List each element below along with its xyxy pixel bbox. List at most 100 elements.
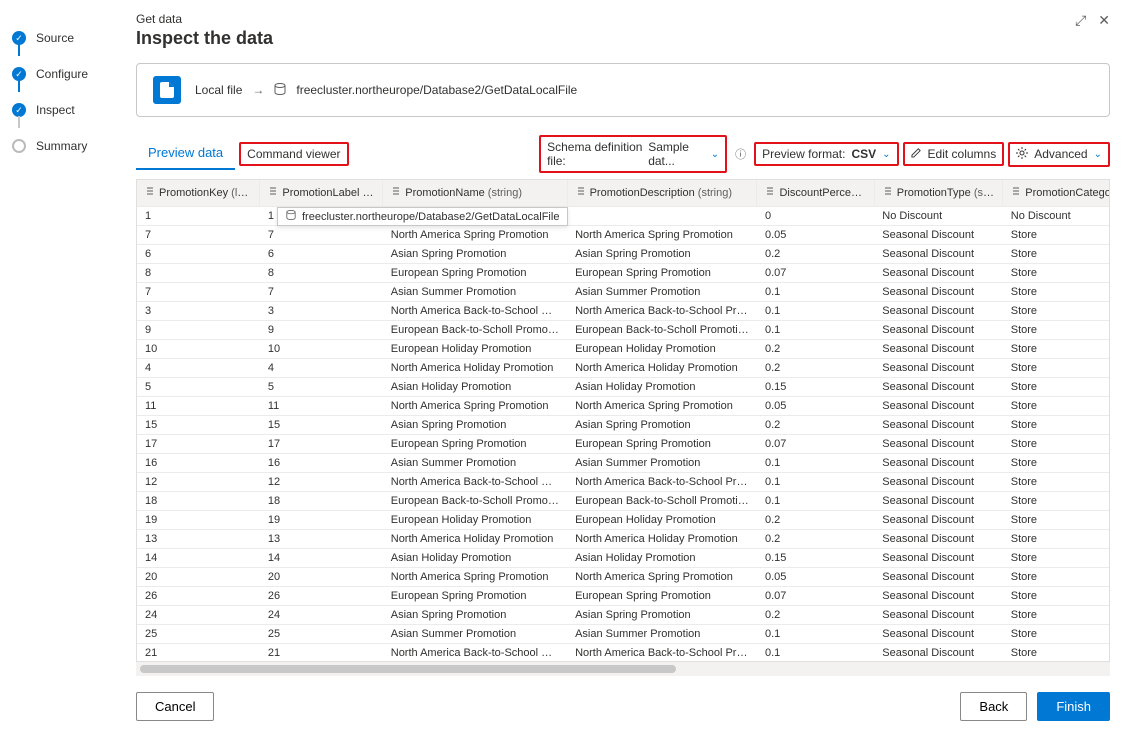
table-cell: Store xyxy=(1003,453,1110,472)
table-row[interactable]: 2020North America Spring PromotionNorth … xyxy=(137,567,1110,586)
column-header[interactable]: PromotionLabel (long) xyxy=(260,180,383,206)
table-cell: 19 xyxy=(260,510,383,529)
table-row[interactable]: 2424Asian Spring PromotionAsian Spring P… xyxy=(137,605,1110,624)
step-configure[interactable]: ✓ Configure xyxy=(12,56,108,92)
table-row[interactable]: 77Asian Summer PromotionAsian Summer Pro… xyxy=(137,282,1110,301)
table-row[interactable]: 1515Asian Spring PromotionAsian Spring P… xyxy=(137,415,1110,434)
info-icon[interactable]: ⓘ xyxy=(735,146,746,162)
table-cell: Asian Spring Promotion xyxy=(567,415,757,434)
table-row[interactable]: 2121North America Back-to-School Promoti… xyxy=(137,643,1110,662)
table-cell: Asian Spring Promotion xyxy=(567,244,757,263)
table-cell: 9 xyxy=(137,320,260,339)
table-cell: 8 xyxy=(137,263,260,282)
table-cell: North America Holiday Promotion xyxy=(567,529,757,548)
schema-definition-dropdown[interactable]: Schema definition file: Sample dat... ⌄ xyxy=(539,135,727,173)
page-super-title: Get data xyxy=(136,12,273,26)
tab-command-viewer[interactable]: Command viewer xyxy=(239,142,348,166)
column-header[interactable]: PromotionDescription (string) xyxy=(567,180,757,206)
table-cell: North America Spring Promotion xyxy=(383,225,567,244)
table-row[interactable]: 55Asian Holiday PromotionAsian Holiday P… xyxy=(137,377,1110,396)
table-cell: 3 xyxy=(137,301,260,320)
step-inspect[interactable]: ✓ Inspect xyxy=(12,92,108,128)
table-cell: Seasonal Discount xyxy=(874,282,1002,301)
table-cell: Store xyxy=(1003,567,1110,586)
horizontal-scrollbar[interactable] xyxy=(136,662,1110,676)
table-cell: Asian Spring Promotion xyxy=(567,605,757,624)
back-button[interactable]: Back xyxy=(960,692,1027,721)
table-cell: 0.05 xyxy=(757,567,874,586)
arrow-icon: → xyxy=(252,83,264,97)
table-cell: 5 xyxy=(137,377,260,396)
preview-format-dropdown[interactable]: Preview format: CSV ⌄ xyxy=(754,142,898,166)
table-cell: North America Spring Promotion xyxy=(567,396,757,415)
table-row[interactable]: 1616Asian Summer PromotionAsian Summer P… xyxy=(137,453,1110,472)
table-cell: 5 xyxy=(260,377,383,396)
step-source[interactable]: ✓ Source xyxy=(12,20,108,56)
table-row[interactable]: 1818European Back-to-Scholl PromotionEur… xyxy=(137,491,1110,510)
table-row[interactable]: 1111North America Spring PromotionNorth … xyxy=(137,396,1110,415)
check-icon: ✓ xyxy=(12,67,26,81)
column-type-icon xyxy=(883,186,893,196)
table-row[interactable]: 1919European Holiday PromotionEuropean H… xyxy=(137,510,1110,529)
table-row[interactable]: 44North America Holiday PromotionNorth A… xyxy=(137,358,1110,377)
table-cell: European Holiday Promotion xyxy=(383,510,567,529)
table-cell: North America Holiday Promotion xyxy=(383,529,567,548)
table-row[interactable]: 2525Asian Summer PromotionAsian Summer P… xyxy=(137,624,1110,643)
table-row[interactable]: 88European Spring PromotionEuropean Spri… xyxy=(137,263,1110,282)
table-cell: 0.1 xyxy=(757,472,874,491)
table-cell: Asian Spring Promotion xyxy=(383,244,567,263)
table-row[interactable]: 1010European Holiday PromotionEuropean H… xyxy=(137,339,1110,358)
wizard-stepper: ✓ Source ✓ Configure ✓ Inspect Summary xyxy=(0,0,120,737)
table-cell: Asian Summer Promotion xyxy=(567,453,757,472)
table-cell: European Back-to-Scholl Promotion xyxy=(567,320,757,339)
table-cell: Store xyxy=(1003,263,1110,282)
table-cell: North America Spring Promotion xyxy=(567,567,757,586)
column-header[interactable]: DiscountPercent (real) xyxy=(757,180,874,206)
table-row[interactable]: 1414Asian Holiday PromotionAsian Holiday… xyxy=(137,548,1110,567)
table-cell: Store xyxy=(1003,605,1110,624)
table-cell: North America Back-to-School Promotion xyxy=(567,472,757,491)
table-cell: European Back-to-Scholl Promotion xyxy=(383,320,567,339)
column-header[interactable]: PromotionType (string) xyxy=(874,180,1002,206)
table-cell: 0.07 xyxy=(757,263,874,282)
table-row[interactable]: 1717European Spring PromotionEuropean Sp… xyxy=(137,434,1110,453)
table-cell: 20 xyxy=(137,567,260,586)
table-cell: Asian Holiday Promotion xyxy=(567,548,757,567)
tab-preview-data[interactable]: Preview data xyxy=(136,139,235,170)
cancel-button[interactable]: Cancel xyxy=(136,692,214,721)
table-cell: 11 xyxy=(260,396,383,415)
column-header[interactable]: PromotionName (string) xyxy=(383,180,567,206)
table-row[interactable]: 66Asian Spring PromotionAsian Spring Pro… xyxy=(137,244,1110,263)
table-cell: No Discount xyxy=(1003,206,1110,225)
table-cell: Seasonal Discount xyxy=(874,263,1002,282)
table-row[interactable]: 77North America Spring PromotionNorth Am… xyxy=(137,225,1110,244)
expand-icon[interactable]: ⤢ xyxy=(1075,12,1086,29)
column-type-icon xyxy=(145,186,155,196)
table-cell: 21 xyxy=(260,643,383,662)
close-icon[interactable]: ✕ xyxy=(1098,12,1110,29)
pencil-icon xyxy=(911,147,922,161)
table-cell xyxy=(567,206,757,225)
table-cell: Asian Summer Promotion xyxy=(383,282,567,301)
table-cell: 15 xyxy=(137,415,260,434)
breadcrumb-file-label: Local file xyxy=(195,83,242,97)
column-header[interactable]: PromotionCategory (string) xyxy=(1003,180,1110,206)
finish-button[interactable]: Finish xyxy=(1037,692,1110,721)
table-cell: North America Back-to-School Promotion xyxy=(383,472,567,491)
edit-columns-button[interactable]: Edit columns xyxy=(903,142,1005,166)
column-header[interactable]: PromotionKey (long) xyxy=(137,180,260,206)
table-row[interactable]: 33North America Back-to-School Promotion… xyxy=(137,301,1110,320)
table-cell: North America Back-to-School Promotion xyxy=(567,301,757,320)
table-cell: European Holiday Promotion xyxy=(567,510,757,529)
table-cell: North America Back-to-School Promotion xyxy=(383,643,567,662)
table-row[interactable]: 2626European Spring PromotionEuropean Sp… xyxy=(137,586,1110,605)
table-row[interactable]: 99European Back-to-Scholl PromotionEurop… xyxy=(137,320,1110,339)
column-type-icon xyxy=(576,186,586,196)
circle-icon xyxy=(12,139,26,153)
table-cell: 0.15 xyxy=(757,377,874,396)
table-cell: Asian Summer Promotion xyxy=(567,282,757,301)
table-row[interactable]: 1313North America Holiday PromotionNorth… xyxy=(137,529,1110,548)
table-row[interactable]: 1212North America Back-to-School Promoti… xyxy=(137,472,1110,491)
step-summary[interactable]: Summary xyxy=(12,128,108,164)
advanced-dropdown[interactable]: Advanced ⌄ xyxy=(1008,142,1110,167)
